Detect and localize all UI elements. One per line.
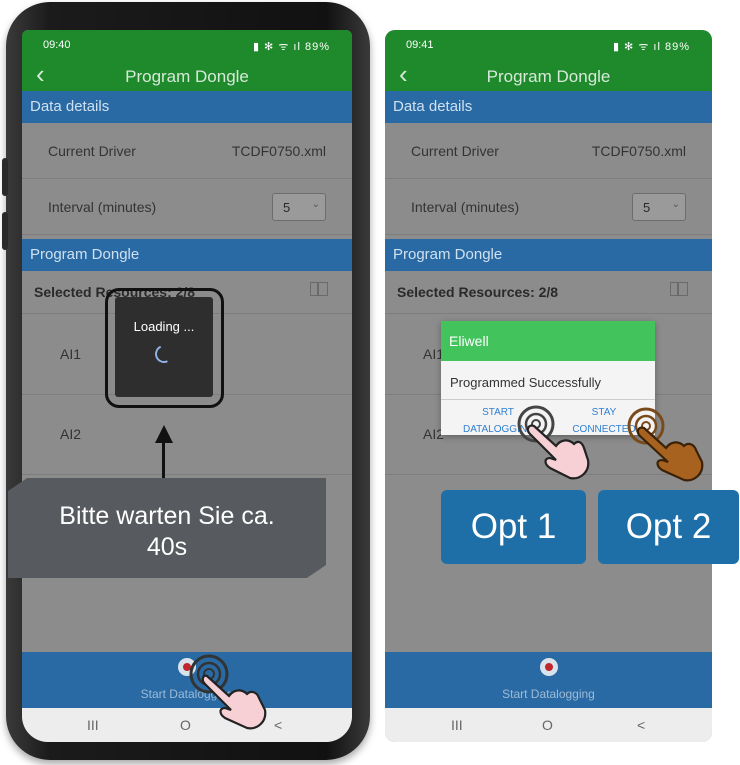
wait-callout: Bitte warten Sie ca. 40s [8,478,326,578]
program-dongle-header: Program Dongle [22,239,352,271]
selected-resources-row: Selected Resources: 2/8 [385,271,712,314]
current-driver-value: TCDF0750.xml [231,143,326,159]
page-title: Program Dongle [125,67,249,86]
interval-select[interactable]: 5 ⌄ [632,193,686,221]
dialog-divider [441,399,655,400]
callout-line-1: Bitte warten Sie ca. [59,502,275,530]
chevron-down-icon: ⌄ [671,199,680,210]
loading-dialog: Loading ... [115,297,213,397]
start-datalogging-button[interactable]: Start Datalogging [385,652,712,708]
loading-text: Loading ... [133,319,195,334]
current-driver-row: Current Driver TCDF0750.xml [22,123,352,179]
panel-toggle-icon[interactable] [670,282,688,296]
current-driver-label: Current Driver [411,143,499,159]
dialog-message: Programmed Successfully [450,375,601,390]
recents-nav-button[interactable]: III [87,717,99,733]
volume-button [2,158,8,196]
resource-label: AI1 [60,346,82,362]
home-nav-button[interactable]: O [542,717,553,733]
interval-row: Interval (minutes) 5 ⌄ [385,179,712,235]
status-time: 09:41 [406,39,434,51]
arrow-up-icon [155,425,173,443]
tap-hand-icon [517,405,590,480]
callout-line-2: 40s [146,533,188,561]
current-driver-row: Current Driver TCDF0750.xml [385,123,712,179]
right-phone-screen: 09:41 ▮ ✻ ᯤ ıl 89% ‹ Program Dongle Data… [385,30,712,742]
status-bar: 09:40 ▮ ✻ ᯤ ıl 89% [22,30,352,60]
dialog-title: Eliwell [441,321,655,361]
selected-resources-label: Selected Resources: 2/8 [397,284,559,300]
start-datalogging-label: Start Datalogging [502,687,595,701]
status-bar: 09:41 ▮ ✻ ᯤ ıl 89% [385,30,712,60]
status-time: 09:40 [43,39,71,51]
tap-hand-icon [627,407,704,482]
program-dongle-header: Program Dongle [385,239,712,271]
interval-select[interactable]: 5 ⌄ [272,193,326,221]
status-icons: ▮ ✻ ᯤ ıl 89% [252,41,330,53]
status-icons: ▮ ✻ ᯤ ıl 89% [612,41,690,53]
panel-toggle-icon[interactable] [310,282,328,296]
interval-row: Interval (minutes) 5 ⌄ [22,179,352,235]
recents-nav-button[interactable]: III [451,717,463,733]
system-nav-bar: III O < [385,708,712,742]
option-1-button[interactable]: Opt 1 [441,490,586,564]
data-details-header: Data details [22,91,352,123]
interval-label: Interval (minutes) [411,199,520,215]
interval-label: Interval (minutes) [48,199,157,215]
chevron-down-icon: ⌄ [311,199,320,210]
spinner-icon [152,342,176,366]
back-nav-button[interactable]: < [637,717,645,733]
option-2-button[interactable]: Opt 2 [598,490,739,564]
record-icon [539,658,558,676]
app-bar: ‹ Program Dongle [22,60,352,91]
current-driver-label: Current Driver [48,143,136,159]
page-title: Program Dongle [486,67,611,86]
interval-value: 5 [643,200,651,215]
power-button [2,212,8,250]
resource-label: AI2 [60,426,82,442]
app-bar: ‹ Program Dongle [385,60,712,91]
back-nav-button[interactable]: < [274,717,282,733]
data-details-header: Data details [385,91,712,123]
tap-hand-icon [189,654,267,730]
current-driver-value: TCDF0750.xml [591,143,686,159]
interval-value: 5 [283,200,291,215]
